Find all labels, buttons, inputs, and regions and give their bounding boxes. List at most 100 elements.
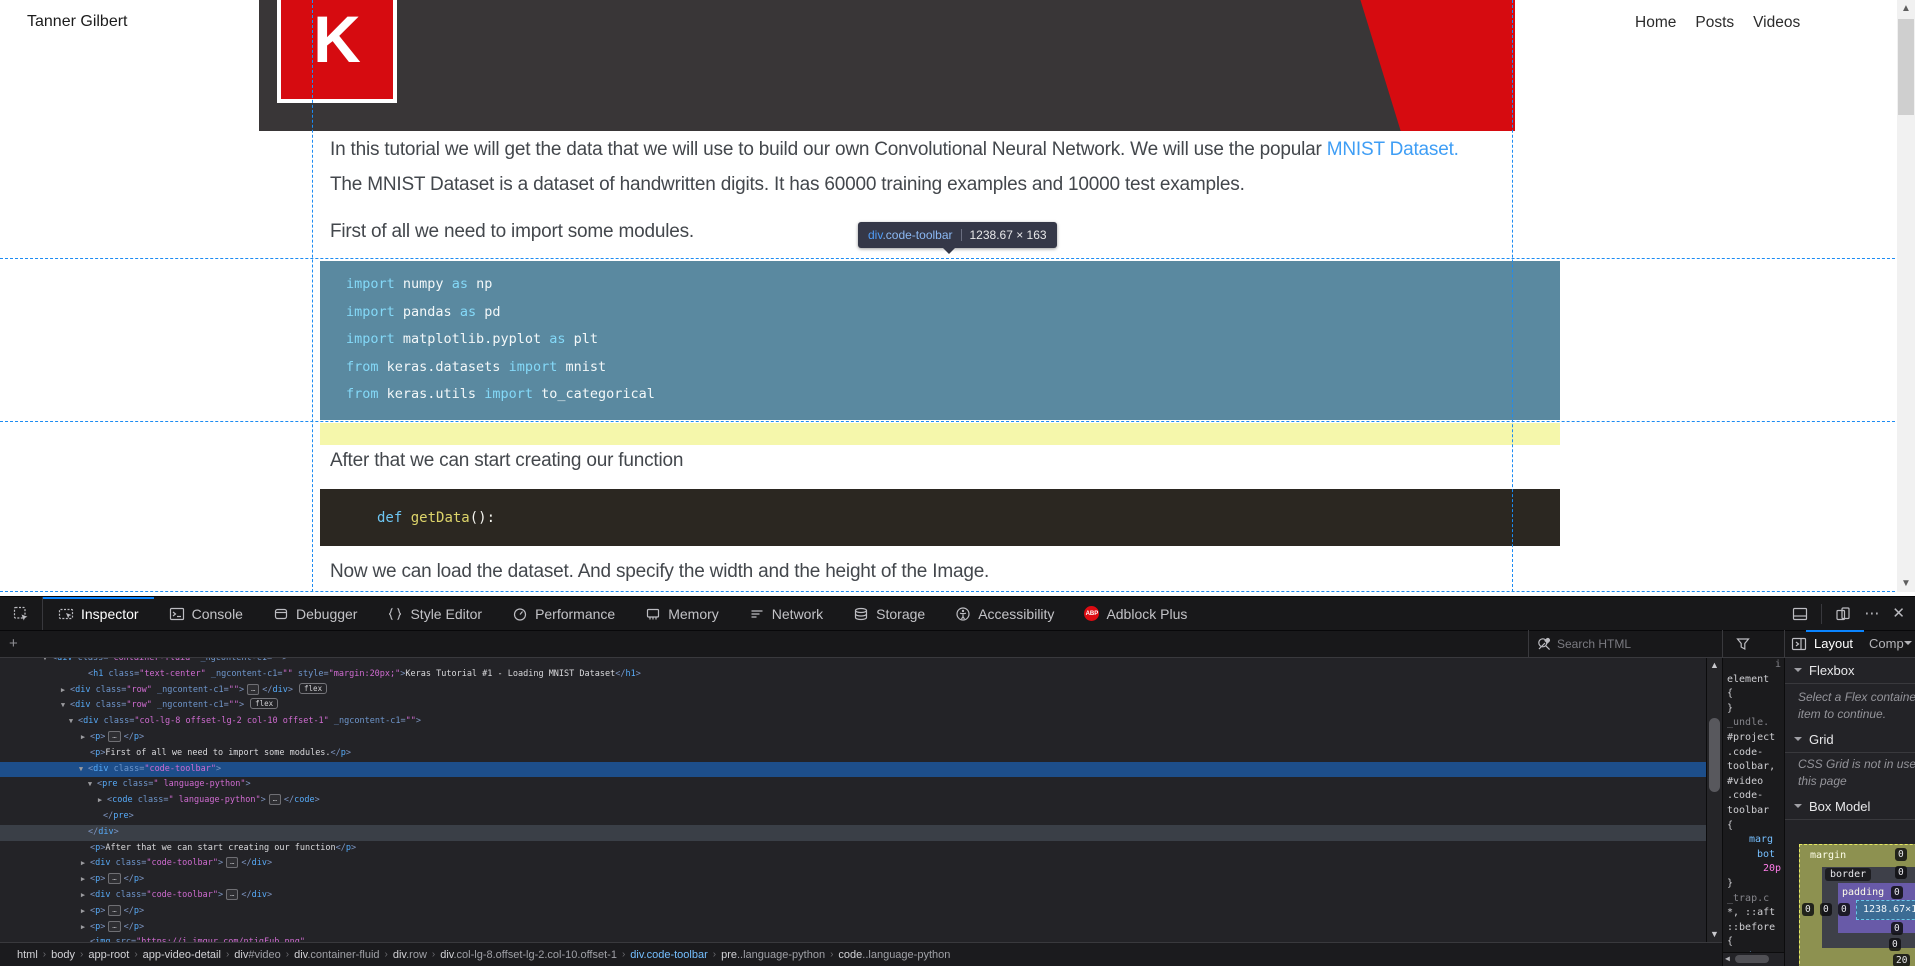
rule-line[interactable]: {: [1723, 935, 1784, 950]
markup-row[interactable]: </pre>: [0, 809, 1706, 825]
breadcrumb-item[interactable]: html: [12, 949, 43, 961]
tab-adblock-plus[interactable]: ABP Adblock Plus: [1069, 597, 1202, 630]
markup-row[interactable]: ▼ <div class="code-toolbar">: [0, 761, 1706, 778]
nav-item-videos[interactable]: Videos: [1753, 14, 1800, 32]
tab-inspector[interactable]: Inspector: [43, 597, 154, 630]
collapsed-content-icon[interactable]: …: [247, 683, 260, 695]
expand-down-icon[interactable]: ▼: [76, 762, 86, 778]
scroll-up-icon[interactable]: ▲: [1707, 660, 1722, 670]
breadcrumb-item[interactable]: app-root: [83, 949, 134, 961]
code-block-imports[interactable]: import numpy as np import pandas as pd imp…: [320, 261, 1560, 420]
rule-line[interactable]: }: [1723, 877, 1784, 892]
dock-bottom-icon[interactable]: [1792, 606, 1808, 622]
expand-right-icon[interactable]: ▶: [58, 683, 68, 699]
page-scrollbar-thumb[interactable]: [1898, 19, 1914, 115]
rules-hscrollbar-thumb[interactable]: [1735, 955, 1769, 963]
responsive-design-icon[interactable]: [1835, 606, 1851, 622]
rule-line[interactable]: {: [1723, 687, 1784, 702]
border-left-value[interactable]: 0: [1820, 903, 1832, 916]
markup-row[interactable]: ▼ <div class="row" _ngcontent-c1=""> flex: [0, 698, 1706, 714]
mnist-link[interactable]: MNIST Dataset.: [1327, 139, 1459, 160]
expand-down-icon[interactable]: ▼: [85, 777, 95, 793]
eyedropper-icon[interactable]: [1536, 636, 1552, 652]
markup-row[interactable]: <img src="https://i.imgur.com/ntigFub.pn…: [0, 935, 1706, 942]
rule-line[interactable]: i: [1723, 658, 1784, 673]
search-input[interactable]: [1555, 633, 1689, 655]
collapsed-content-icon[interactable]: …: [108, 873, 121, 885]
breadcrumb-item[interactable]: pre..language-python: [716, 949, 830, 961]
markup-row[interactable]: ▶ <div class="code-toolbar">… </div>: [0, 856, 1706, 872]
tab-storage[interactable]: Storage: [838, 597, 940, 630]
breadcrumb-item[interactable]: app-video-detail: [138, 949, 226, 961]
tab-layout[interactable]: Layout: [1814, 636, 1853, 651]
padding-bottom-value[interactable]: 0: [1891, 922, 1903, 935]
breadcrumb-item[interactable]: div.code-toolbar: [625, 949, 712, 961]
rule-line[interactable]: #video: [1723, 775, 1784, 790]
expand-right-icon[interactable]: ▶: [78, 920, 88, 936]
tab-performance[interactable]: Performance: [497, 597, 630, 630]
padding-top-value[interactable]: 0: [1891, 886, 1903, 899]
expand-down-icon[interactable]: ▼: [40, 658, 50, 667]
markup-row[interactable]: ▶ <code class=" language-python">… </code>: [0, 793, 1706, 809]
rule-line[interactable]: element: [1723, 673, 1784, 688]
markup-row[interactable]: ▶ <p>… </p>: [0, 872, 1706, 888]
markup-row[interactable]: <p>After that we can start creating our …: [0, 841, 1706, 857]
tab-memory[interactable]: Memory: [630, 597, 734, 630]
markup-row[interactable]: ▼ <pre class=" language-python">: [0, 777, 1706, 793]
rule-line[interactable]: .code-: [1723, 746, 1784, 761]
markup-scrollbar-thumb[interactable]: [1709, 718, 1720, 792]
flex-badge[interactable]: flex: [250, 698, 279, 710]
code-block-getdata[interactable]: def getData():: [320, 489, 1560, 546]
markup-row[interactable]: ▶ <p>… </p>: [0, 920, 1706, 936]
rule-line[interactable]: bot: [1723, 848, 1784, 863]
markup-row[interactable]: ▶ <p>… </p>: [0, 730, 1706, 746]
tab-style-editor[interactable]: Style Editor: [372, 597, 497, 630]
markup-row[interactable]: <p>First of all we need to import some m…: [0, 746, 1706, 762]
flexbox-section-header[interactable]: Flexbox: [1785, 658, 1915, 684]
nav-item-posts[interactable]: Posts: [1695, 14, 1734, 32]
scroll-down-icon[interactable]: ▼: [1707, 929, 1722, 939]
expand-down-icon[interactable]: ▼: [66, 714, 76, 730]
rule-line[interactable]: }: [1723, 702, 1784, 717]
scroll-down-icon[interactable]: ▼: [1897, 578, 1915, 589]
rule-line[interactable]: ::before: [1723, 921, 1784, 936]
grid-section-header[interactable]: Grid: [1785, 727, 1915, 753]
collapsed-content-icon[interactable]: …: [108, 920, 121, 932]
more-options-icon[interactable]: ⋯: [1864, 606, 1879, 621]
flex-badge[interactable]: flex: [299, 682, 328, 694]
breadcrumb-item[interactable]: body: [46, 949, 80, 961]
margin-left-value[interactable]: 0: [1802, 903, 1814, 916]
border-bottom-value[interactable]: 0: [1889, 938, 1901, 951]
add-node-icon[interactable]: +: [9, 635, 18, 652]
breadcrumb-item[interactable]: div#video: [229, 949, 285, 961]
rule-line[interactable]: #project: [1723, 731, 1784, 746]
scroll-up-icon[interactable]: ▲: [1897, 3, 1915, 14]
collapsed-content-icon[interactable]: …: [268, 794, 281, 806]
collapsed-content-icon[interactable]: …: [108, 904, 121, 916]
tab-network[interactable]: Network: [734, 597, 838, 630]
markup-row[interactable]: <h1 class="text-center" _ngcontent-c1=""…: [0, 667, 1706, 683]
rule-line[interactable]: *, ::aft: [1723, 906, 1784, 921]
padding-left-value[interactable]: 0: [1838, 903, 1850, 916]
rule-line[interactable]: toolbar: [1723, 804, 1784, 819]
breadcrumb-item[interactable]: div.col-lg-8.offset-lg-2.col-10.offset-1: [435, 949, 622, 961]
close-devtools-icon[interactable]: ✕: [1892, 606, 1905, 621]
expand-right-icon[interactable]: ▶: [78, 856, 88, 872]
expand-panel-icon[interactable]: [1791, 636, 1807, 652]
site-title[interactable]: Tanner Gilbert: [27, 13, 128, 31]
rule-line[interactable]: {: [1723, 819, 1784, 834]
tab-debugger[interactable]: Debugger: [258, 597, 373, 630]
markup-scrollbar[interactable]: ▲ ▼: [1706, 658, 1722, 942]
page-scrollbar[interactable]: ▲ ▼: [1897, 0, 1915, 592]
filter-funnel-icon[interactable]: [1735, 636, 1751, 652]
tab-console[interactable]: Console: [154, 597, 258, 630]
expand-down-icon[interactable]: ▼: [58, 698, 68, 714]
tab-accessibility[interactable]: Accessibility: [940, 597, 1069, 630]
tabs-overflow-caret-icon[interactable]: [1904, 641, 1912, 649]
markup-row[interactable]: ▶ <div class="row" _ngcontent-c1="">… </di…: [0, 682, 1706, 699]
scroll-left-icon[interactable]: ◀: [1725, 954, 1730, 963]
rule-line[interactable]: marg: [1723, 833, 1784, 848]
margin-bottom-value[interactable]: 20: [1893, 954, 1911, 966]
collapsed-content-icon[interactable]: …: [226, 857, 239, 869]
rule-line[interactable]: _undle.: [1723, 716, 1784, 731]
